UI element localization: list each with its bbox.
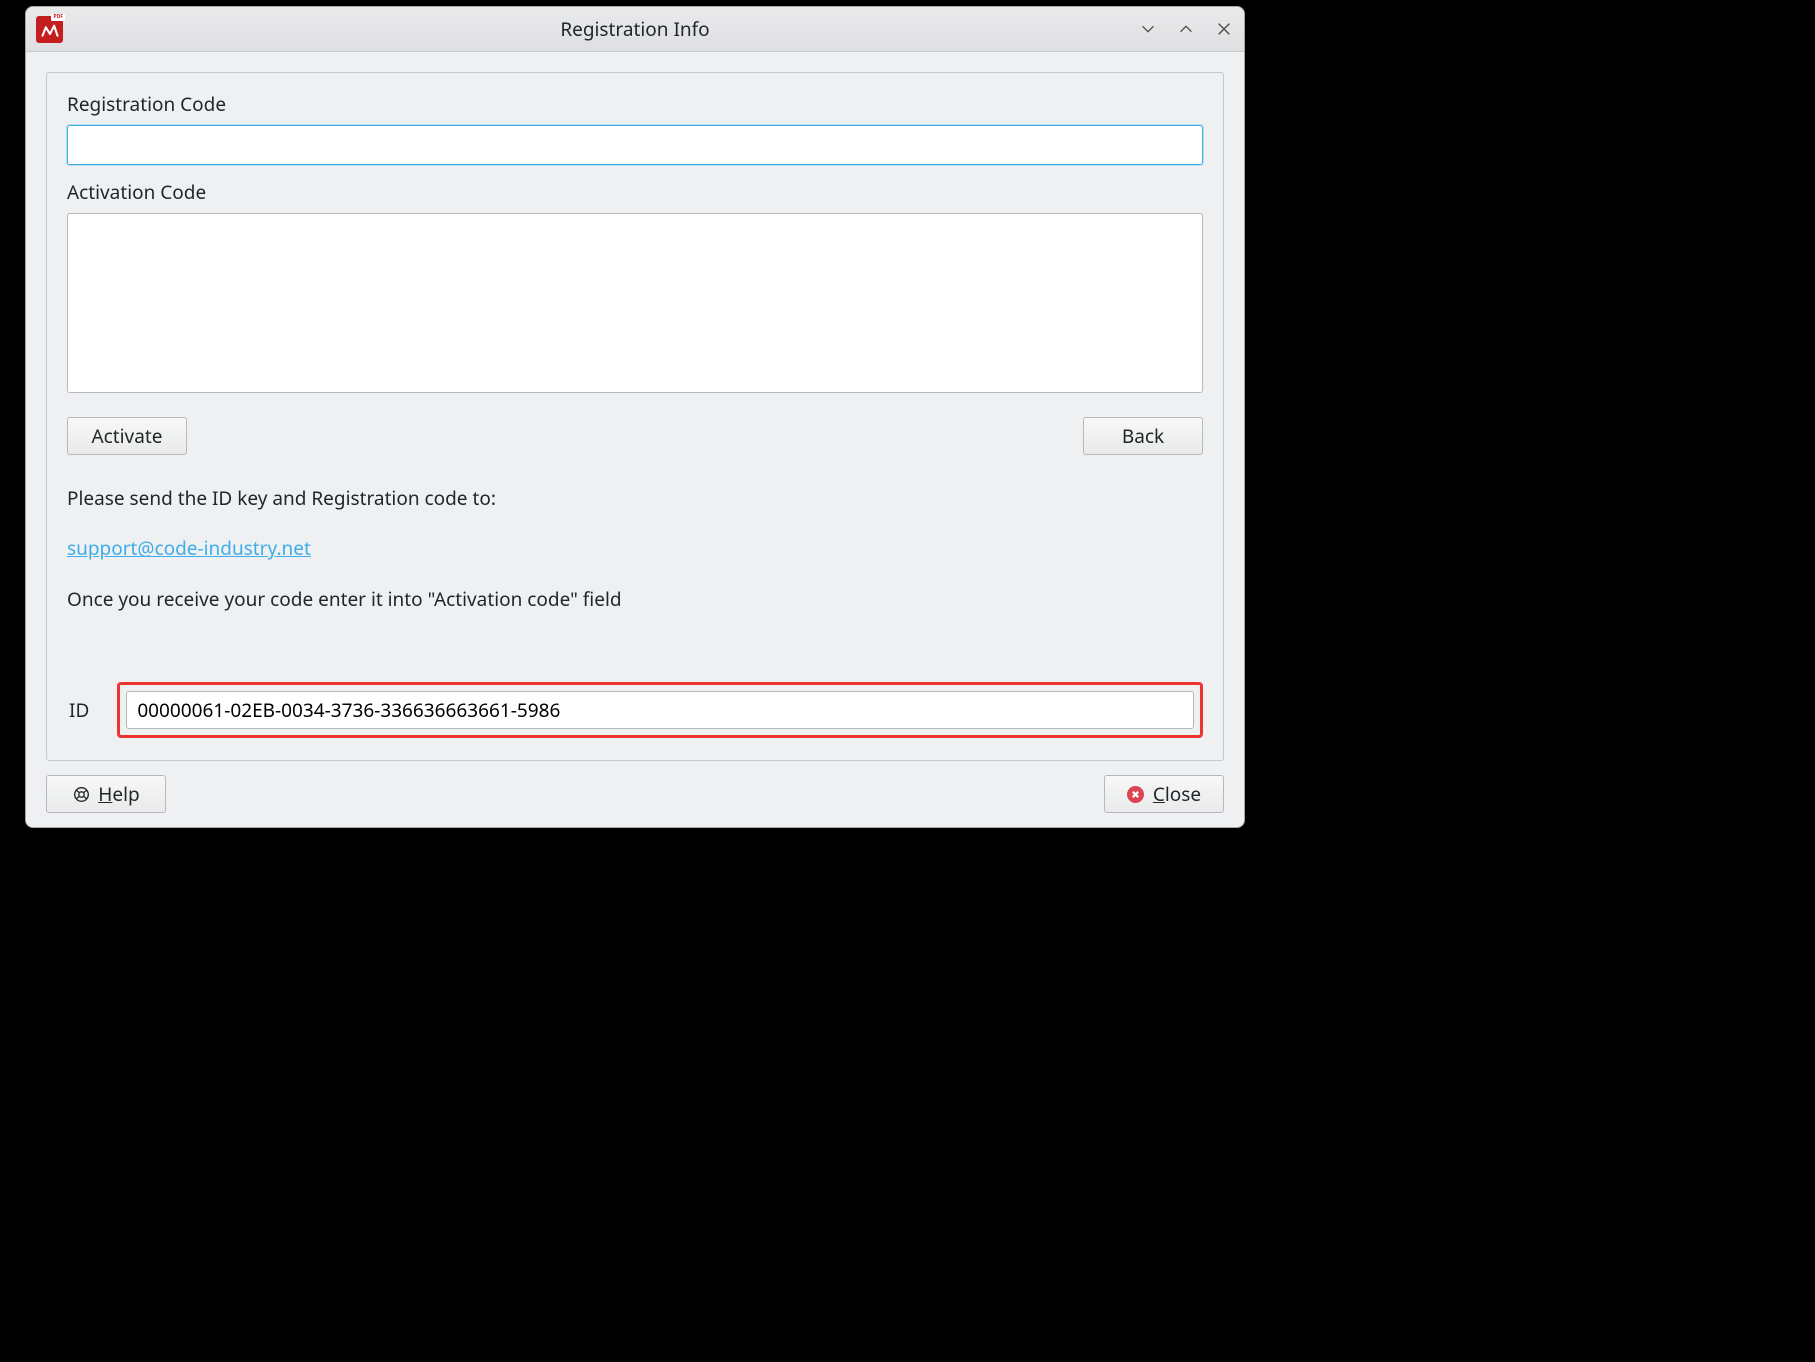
- app-icon: PDF: [36, 16, 63, 43]
- id-input[interactable]: [126, 691, 1194, 729]
- app-icon-badge: PDF: [51, 14, 65, 21]
- window-title: Registration Info: [26, 16, 1244, 42]
- action-button-row: Activate Back: [67, 417, 1203, 455]
- activation-code-input[interactable]: [67, 213, 1203, 393]
- maximize-button[interactable]: [1176, 19, 1196, 39]
- registration-code-input[interactable]: [67, 125, 1203, 165]
- titlebar: PDF Registration Info: [26, 7, 1244, 52]
- help-button[interactable]: Help: [46, 775, 166, 813]
- activation-code-label: Activation Code: [67, 179, 1203, 205]
- dialog-content: Registration Code Activation Code Activa…: [26, 52, 1244, 827]
- dialog-footer: Help Close: [46, 775, 1224, 813]
- support-email-link[interactable]: support@code-industry.net: [67, 533, 311, 563]
- id-highlight-frame: [117, 682, 1203, 738]
- activate-button[interactable]: Activate: [67, 417, 187, 455]
- close-window-button[interactable]: [1214, 19, 1234, 39]
- close-button-label: Close: [1153, 781, 1201, 807]
- chevron-up-icon: [1177, 20, 1195, 38]
- help-button-label: Help: [98, 781, 139, 807]
- registration-code-label: Registration Code: [67, 91, 1203, 117]
- instruction-line-1: Please send the ID key and Registration …: [67, 483, 1203, 513]
- titlebar-controls: [1138, 19, 1234, 39]
- back-button[interactable]: Back: [1083, 417, 1203, 455]
- minimize-button[interactable]: [1138, 19, 1158, 39]
- close-icon: [1215, 20, 1233, 38]
- chevron-down-icon: [1139, 20, 1157, 38]
- close-dialog-icon: [1127, 785, 1145, 803]
- form-group: Registration Code Activation Code Activa…: [46, 72, 1224, 761]
- close-button[interactable]: Close: [1104, 775, 1224, 813]
- instruction-line-2: Once you receive your code enter it into…: [67, 584, 1203, 614]
- help-icon: [72, 785, 90, 803]
- registration-info-dialog: PDF Registration Info Registration Code …: [25, 6, 1245, 828]
- id-label: ID: [67, 697, 89, 723]
- instruction-text: Please send the ID key and Registration …: [67, 483, 1203, 614]
- id-row: ID: [67, 682, 1203, 738]
